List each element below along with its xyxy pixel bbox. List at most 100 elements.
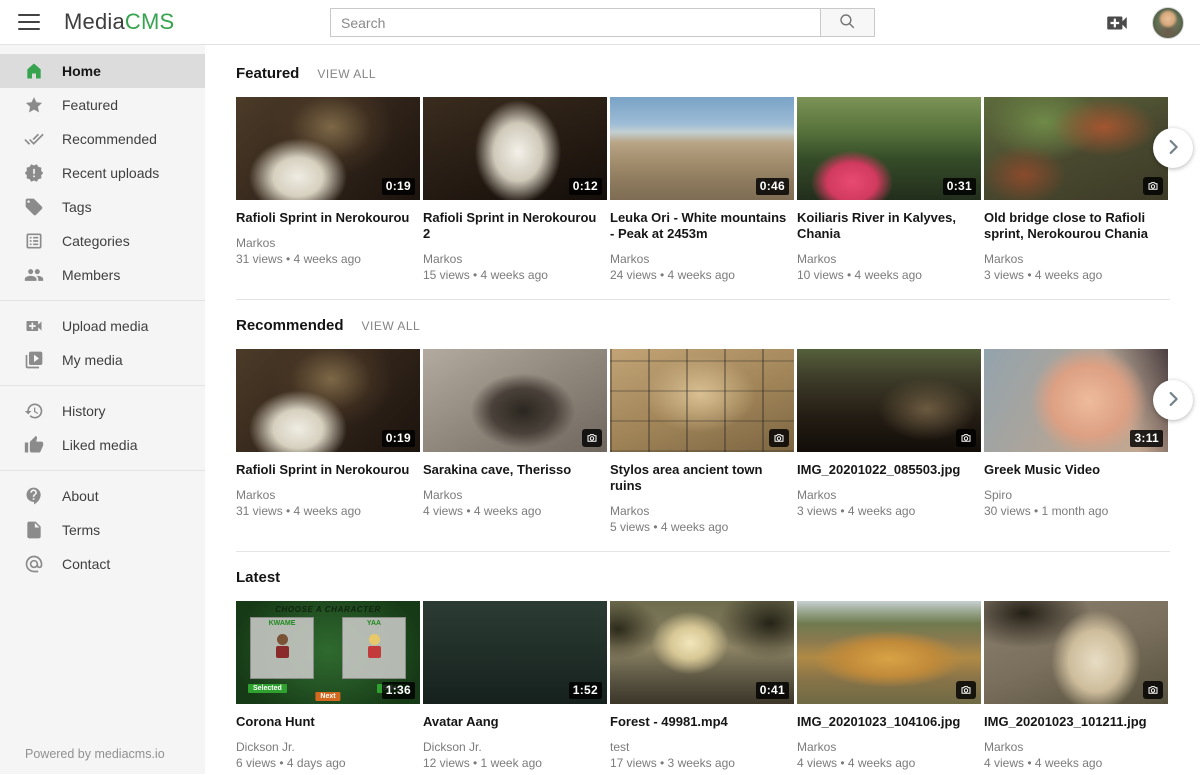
media-author[interactable]: Markos: [610, 251, 794, 267]
media-author[interactable]: Dickson Jr.: [423, 739, 607, 755]
media-title[interactable]: Koiliaris River in Kalyves, Chania: [797, 210, 981, 242]
carousel-next-button[interactable]: [1153, 380, 1193, 420]
media-title[interactable]: Avatar Aang: [423, 714, 607, 730]
sidebar-item-home[interactable]: Home: [0, 54, 205, 88]
media-card[interactable]: 0:12 Rafioli Sprint in Nerokourou 2 Markos…: [423, 97, 607, 283]
media-thumbnail[interactable]: 0:12: [423, 97, 607, 200]
section-header: FeaturedVIEW ALL: [236, 65, 1170, 82]
media-thumbnail[interactable]: 0:46: [610, 97, 794, 200]
media-thumbnail[interactable]: 0:19: [236, 349, 420, 452]
media-author[interactable]: Markos: [610, 503, 794, 519]
media-author[interactable]: Markos: [797, 739, 981, 755]
media-card[interactable]: IMG_20201022_085503.jpgMarkos3 views • 4…: [797, 349, 981, 535]
media-author[interactable]: Dickson Jr.: [236, 739, 420, 755]
media-title[interactable]: Leuka Ori - White mountains - Peak at 24…: [610, 210, 794, 242]
media-meta: 3 views • 4 weeks ago: [984, 267, 1168, 283]
media-author[interactable]: Spiro: [984, 487, 1168, 503]
categories-icon: [24, 231, 44, 251]
media-thumbnail[interactable]: 0:41: [610, 601, 794, 704]
sidebar-item-my-media[interactable]: My media: [0, 343, 205, 377]
sidebar-item-contact[interactable]: Contact: [0, 547, 205, 581]
carousel-next-button[interactable]: [1153, 128, 1193, 168]
media-author[interactable]: test: [610, 739, 794, 755]
media-title[interactable]: IMG_20201022_085503.jpg: [797, 462, 981, 478]
sidebar-item-liked-media[interactable]: Liked media: [0, 428, 205, 462]
media-thumbnail[interactable]: 3:11: [984, 349, 1168, 452]
sidebar-item-label: Tags: [62, 199, 92, 215]
sidebar-item-terms[interactable]: Terms: [0, 513, 205, 547]
app-logo[interactable]: MediaCMS: [64, 9, 174, 35]
media-title[interactable]: Old bridge close to Rafioli sprint, Nero…: [984, 210, 1168, 242]
media-title[interactable]: IMG_20201023_104106.jpg: [797, 714, 981, 730]
media-thumbnail[interactable]: 1:52: [423, 601, 607, 704]
media-author[interactable]: Markos: [984, 739, 1168, 755]
sidebar-item-recommended[interactable]: Recommended: [0, 122, 205, 156]
media-card[interactable]: Sarakina cave, TherissoMarkos4 views • 4…: [423, 349, 607, 535]
media-meta: 30 views • 1 month ago: [984, 503, 1168, 519]
people-icon: [24, 265, 44, 285]
search-button[interactable]: [820, 8, 875, 37]
duration-badge: 0:41: [756, 682, 789, 699]
section-divider: [236, 551, 1170, 552]
tag-icon: [24, 197, 44, 217]
media-title[interactable]: Rafioli Sprint in Nerokourou: [236, 462, 420, 478]
sidebar-item-tags[interactable]: Tags: [0, 190, 205, 224]
media-card[interactable]: IMG_20201023_101211.jpgMarkos4 views • 4…: [984, 601, 1168, 771]
sidebar-item-upload-media[interactable]: Upload media: [0, 309, 205, 343]
media-card[interactable]: Stylos area ancient town ruinsMarkos5 vi…: [610, 349, 794, 535]
sidebar-divider: [0, 470, 205, 471]
media-thumbnail[interactable]: [984, 601, 1168, 704]
media-card[interactable]: 0:19Rafioli Sprint in NerokourouMarkos31…: [236, 349, 420, 535]
sidebar-item-label: Recent uploads: [62, 165, 159, 181]
media-card[interactable]: 0:46 Leuka Ori - White mountains - Peak a…: [610, 97, 794, 283]
view-all-link[interactable]: VIEW ALL: [362, 319, 421, 333]
media-card[interactable]: IMG_20201023_104106.jpgMarkos4 views • 4…: [797, 601, 981, 771]
sidebar-item-recent-uploads[interactable]: Recent uploads: [0, 156, 205, 190]
media-title[interactable]: Rafioli Sprint in Nerokourou 2: [423, 210, 607, 242]
media-title[interactable]: Rafioli Sprint in Nerokourou: [236, 210, 420, 226]
media-author[interactable]: Markos: [797, 487, 981, 503]
media-title[interactable]: Stylos area ancient town ruins: [610, 462, 794, 494]
thumb-up-icon: [24, 435, 44, 455]
media-thumbnail[interactable]: [797, 349, 981, 452]
media-card[interactable]: Old bridge close to Rafioli sprint, Nero…: [984, 97, 1168, 283]
media-thumbnail[interactable]: [423, 349, 607, 452]
media-author[interactable]: Markos: [236, 235, 420, 251]
camera-icon: [956, 429, 976, 447]
sidebar-item-featured[interactable]: Featured: [0, 88, 205, 122]
user-avatar[interactable]: [1152, 7, 1184, 39]
media-author[interactable]: Markos: [984, 251, 1168, 267]
media-card[interactable]: 0:19Rafioli Sprint in NerokourouMarkos31…: [236, 97, 420, 283]
media-title[interactable]: IMG_20201023_101211.jpg: [984, 714, 1168, 730]
search-input[interactable]: [330, 8, 820, 37]
media-title[interactable]: Corona Hunt: [236, 714, 420, 730]
hamburger-menu-icon[interactable]: [18, 14, 40, 30]
media-thumbnail[interactable]: CHOOSE A CHARACTERKWAMEYAASelectedNextSe…: [236, 601, 420, 704]
media-author[interactable]: Markos: [236, 487, 420, 503]
media-author[interactable]: Markos: [423, 487, 607, 503]
media-thumbnail[interactable]: [984, 97, 1168, 200]
sidebar-item-categories[interactable]: Categories: [0, 224, 205, 258]
media-thumbnail[interactable]: [610, 349, 794, 452]
media-card[interactable]: CHOOSE A CHARACTERKWAMEYAASelectedNextSe…: [236, 601, 420, 771]
media-thumbnail[interactable]: 0:19: [236, 97, 420, 200]
media-card[interactable]: 1:52Avatar AangDickson Jr.12 views • 1 w…: [423, 601, 607, 771]
media-author[interactable]: Markos: [423, 251, 607, 267]
sidebar-item-members[interactable]: Members: [0, 258, 205, 292]
sidebar: Home Featured Recommended Recent uploads…: [0, 45, 205, 774]
view-all-link[interactable]: VIEW ALL: [317, 67, 376, 81]
media-card[interactable]: 3:11 Greek Music Video Spiro30 views • 1 m…: [984, 349, 1168, 535]
video-upload-icon[interactable]: [1104, 10, 1130, 36]
chevron-right-icon: [1162, 136, 1184, 161]
media-author[interactable]: Markos: [797, 251, 981, 267]
media-thumbnail[interactable]: [797, 601, 981, 704]
media-card[interactable]: 0:31 Koiliaris River in Kalyves, Chania Ma…: [797, 97, 981, 283]
media-title[interactable]: Greek Music Video: [984, 462, 1168, 478]
sidebar-item-about[interactable]: About: [0, 479, 205, 513]
media-title[interactable]: Sarakina cave, Therisso: [423, 462, 607, 478]
sidebar-item-label: About: [62, 488, 99, 504]
media-thumbnail[interactable]: 0:31: [797, 97, 981, 200]
sidebar-item-history[interactable]: History: [0, 394, 205, 428]
media-title[interactable]: Forest - 49981.mp4: [610, 714, 794, 730]
media-card[interactable]: 0:41Forest - 49981.mp4test17 views • 3 w…: [610, 601, 794, 771]
